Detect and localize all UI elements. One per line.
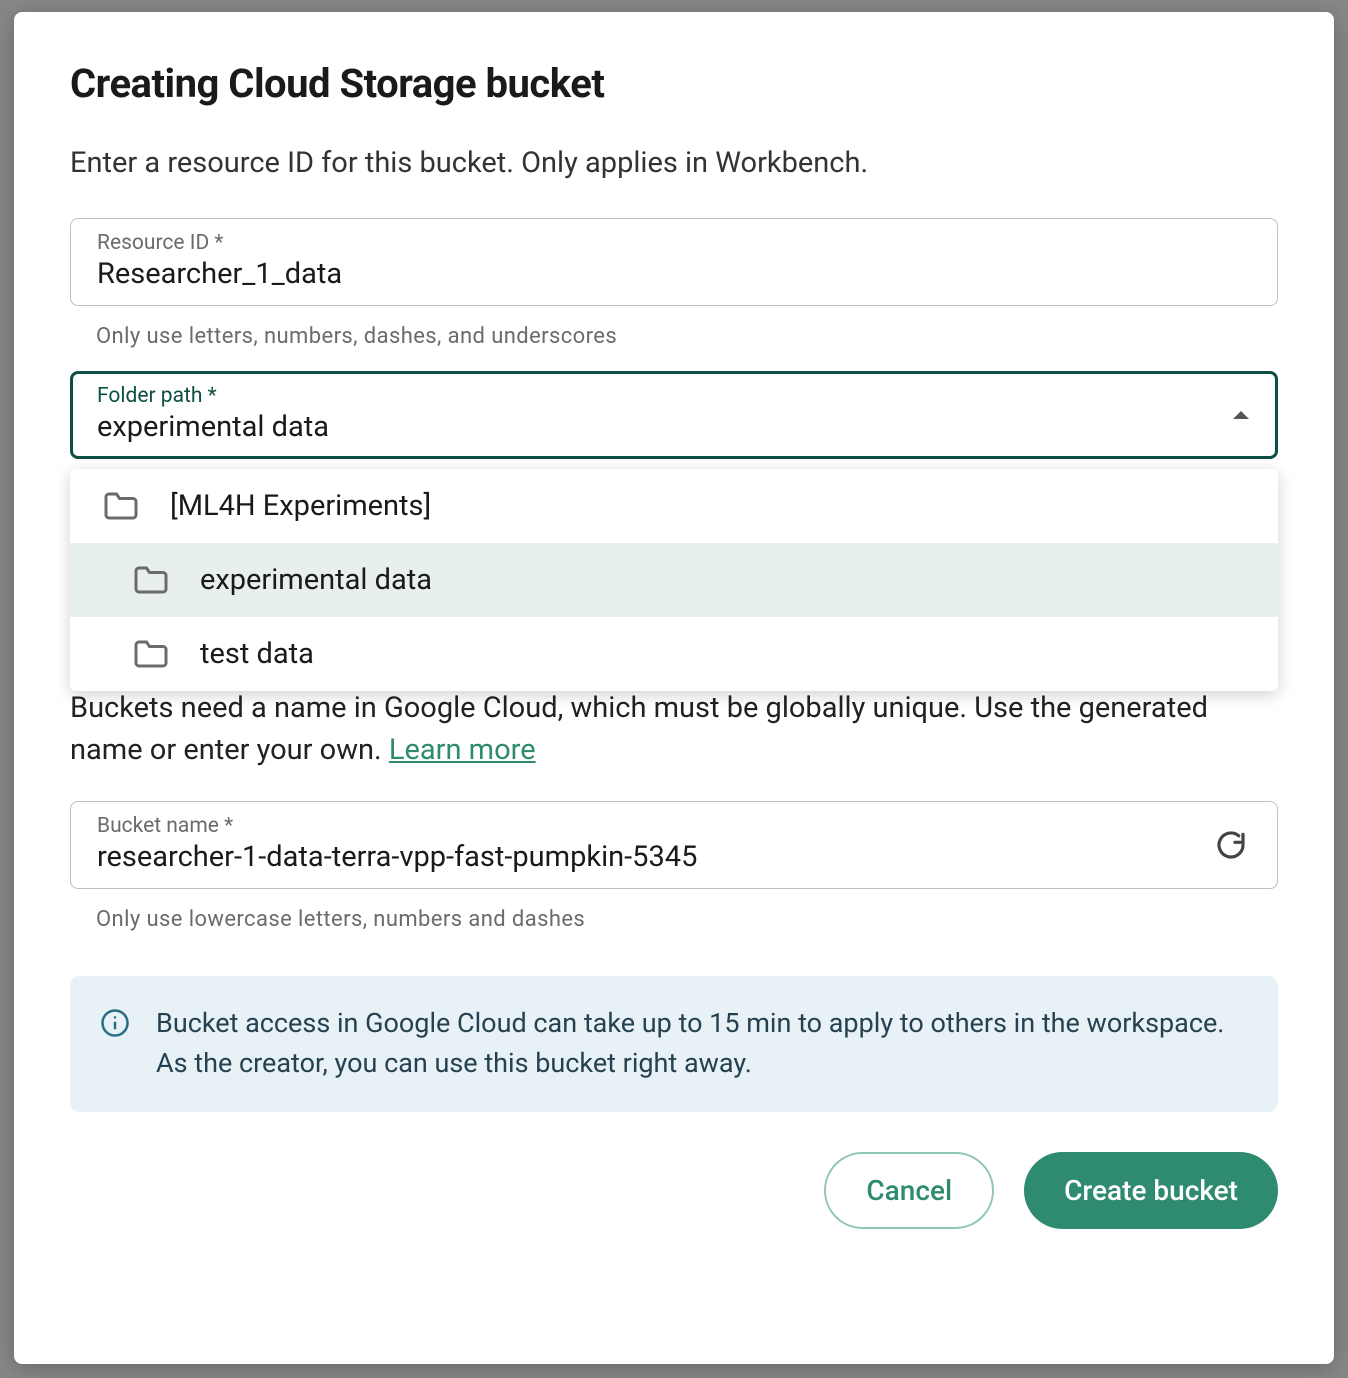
folder-option[interactable]: test data: [70, 617, 1278, 691]
info-icon: [100, 1008, 130, 1038]
bucket-name-helper: Only use lowercase letters, numbers and …: [96, 907, 1278, 932]
info-banner-text: Bucket access in Google Cloud can take u…: [156, 1004, 1248, 1084]
resource-id-input[interactable]: [97, 257, 1251, 291]
bucket-name-description: Buckets need a name in Google Cloud, whi…: [70, 687, 1278, 771]
bucket-name-input[interactable]: [97, 840, 1191, 874]
info-banner: Bucket access in Google Cloud can take u…: [70, 976, 1278, 1112]
resource-id-field[interactable]: Resource ID *: [70, 218, 1278, 306]
create-bucket-modal: Creating Cloud Storage bucket Enter a re…: [14, 12, 1334, 1364]
bucket-desc-text: Buckets need a name in Google Cloud, whi…: [70, 691, 1208, 767]
modal-subtitle: Enter a resource ID for this bucket. Onl…: [70, 143, 1278, 184]
bucket-name-field[interactable]: Bucket name *: [70, 801, 1278, 889]
folder-path-label: Folder path *: [97, 384, 1251, 408]
learn-more-link[interactable]: Learn more: [389, 733, 536, 767]
chevron-up-icon: [1233, 411, 1249, 419]
folder-path-dropdown: [ML4H Experiments] experimental data test …: [70, 469, 1278, 691]
refresh-icon[interactable]: [1215, 829, 1247, 861]
folder-option-label: test data: [200, 637, 314, 671]
folder-option-label: experimental data: [200, 563, 432, 597]
resource-id-helper: Only use letters, numbers, dashes, and u…: [96, 324, 1278, 349]
bucket-name-label: Bucket name *: [97, 814, 1251, 838]
folder-path-value: experimental data: [97, 410, 1251, 444]
create-bucket-button[interactable]: Create bucket: [1024, 1152, 1278, 1229]
resource-id-label: Resource ID *: [97, 231, 1251, 255]
folder-option[interactable]: [ML4H Experiments]: [70, 469, 1278, 543]
modal-title: Creating Cloud Storage bucket: [70, 60, 1278, 107]
cancel-button[interactable]: Cancel: [824, 1152, 994, 1229]
modal-button-row: Cancel Create bucket: [70, 1152, 1278, 1229]
folder-option-label: [ML4H Experiments]: [170, 489, 431, 523]
folder-option[interactable]: experimental data: [70, 543, 1278, 617]
folder-path-select[interactable]: Folder path * experimental data: [70, 371, 1278, 459]
